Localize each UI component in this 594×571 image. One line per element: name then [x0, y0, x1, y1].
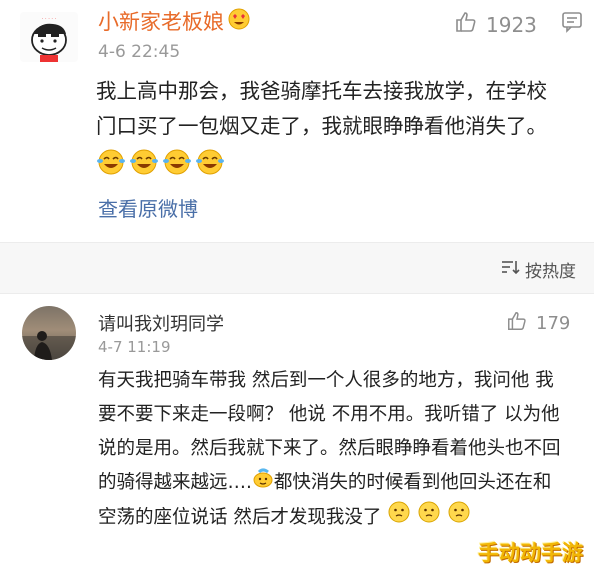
comment-card-2: 请叫我刘玥同学 4-7 11:19 179 有天我把骑车带我 然后到一个人很多的…: [0, 294, 594, 571]
thinking-emoji-icon: [387, 500, 411, 536]
comment-body: 我上高中那会，我爸骑摩托车去接我放学，在学校门口买了一包烟又走了，我就眼睁睁看他…: [96, 79, 547, 138]
username-text[interactable]: 小新家老板娘: [98, 6, 224, 36]
laughing-emoji-icon: [196, 149, 224, 175]
laughing-emoji-icon: [130, 149, 158, 175]
svg-text:· · · · ·: · · · · ·: [42, 16, 57, 22]
heart-eyes-emoji-icon: [228, 8, 250, 35]
like-count: 1923: [486, 12, 537, 37]
view-original-weibo-link[interactable]: 查看原微博: [98, 193, 198, 222]
laughing-emoji-group: [96, 148, 228, 176]
like-count: 179: [536, 313, 571, 334]
thinking-emoji-icon: [447, 500, 471, 536]
sort-by-hot-button[interactable]: 按热度: [501, 257, 576, 282]
sort-label: 按热度: [525, 262, 576, 282]
crayon-shinchan-avatar[interactable]: · · · · ·: [20, 12, 78, 62]
thumbs-up-icon: [454, 10, 478, 39]
sort-bar: 按热度: [0, 242, 594, 294]
laughing-emoji-icon: [163, 149, 191, 175]
silhouette-sunset-avatar[interactable]: [22, 306, 76, 360]
comment-date: 4-7 11:19: [98, 338, 171, 356]
comment-date: 4-6 22:45: [98, 42, 181, 62]
reply-icon[interactable]: [561, 11, 583, 37]
comment-text: 我上高中那会，我爸骑摩托车去接我放学，在学校门口买了一包烟又走了，我就眼睁睁看他…: [96, 74, 566, 179]
comment-username[interactable]: 小新家老板娘: [98, 6, 250, 36]
like-button[interactable]: 1923: [454, 10, 537, 39]
thinking-emoji-icon: [417, 500, 441, 536]
comment-card-1: · · · · · 小新家老板娘 4-6 22:45 1923 我上高中那会，我…: [0, 0, 594, 242]
sweat-smile-emoji-icon: [252, 466, 274, 500]
comment-username[interactable]: 请叫我刘玥同学: [98, 310, 224, 336]
comment-text: 有天我把骑车带我 然后到一个人很多的地方，我问他 我要不要下来走一段啊？ 他说 …: [98, 364, 568, 536]
laughing-emoji-icon: [97, 149, 125, 175]
site-watermark: 手动动手游: [478, 541, 583, 565]
thumbs-up-icon: [506, 310, 528, 337]
like-button[interactable]: 179: [506, 310, 570, 337]
sort-icon: [501, 259, 521, 280]
